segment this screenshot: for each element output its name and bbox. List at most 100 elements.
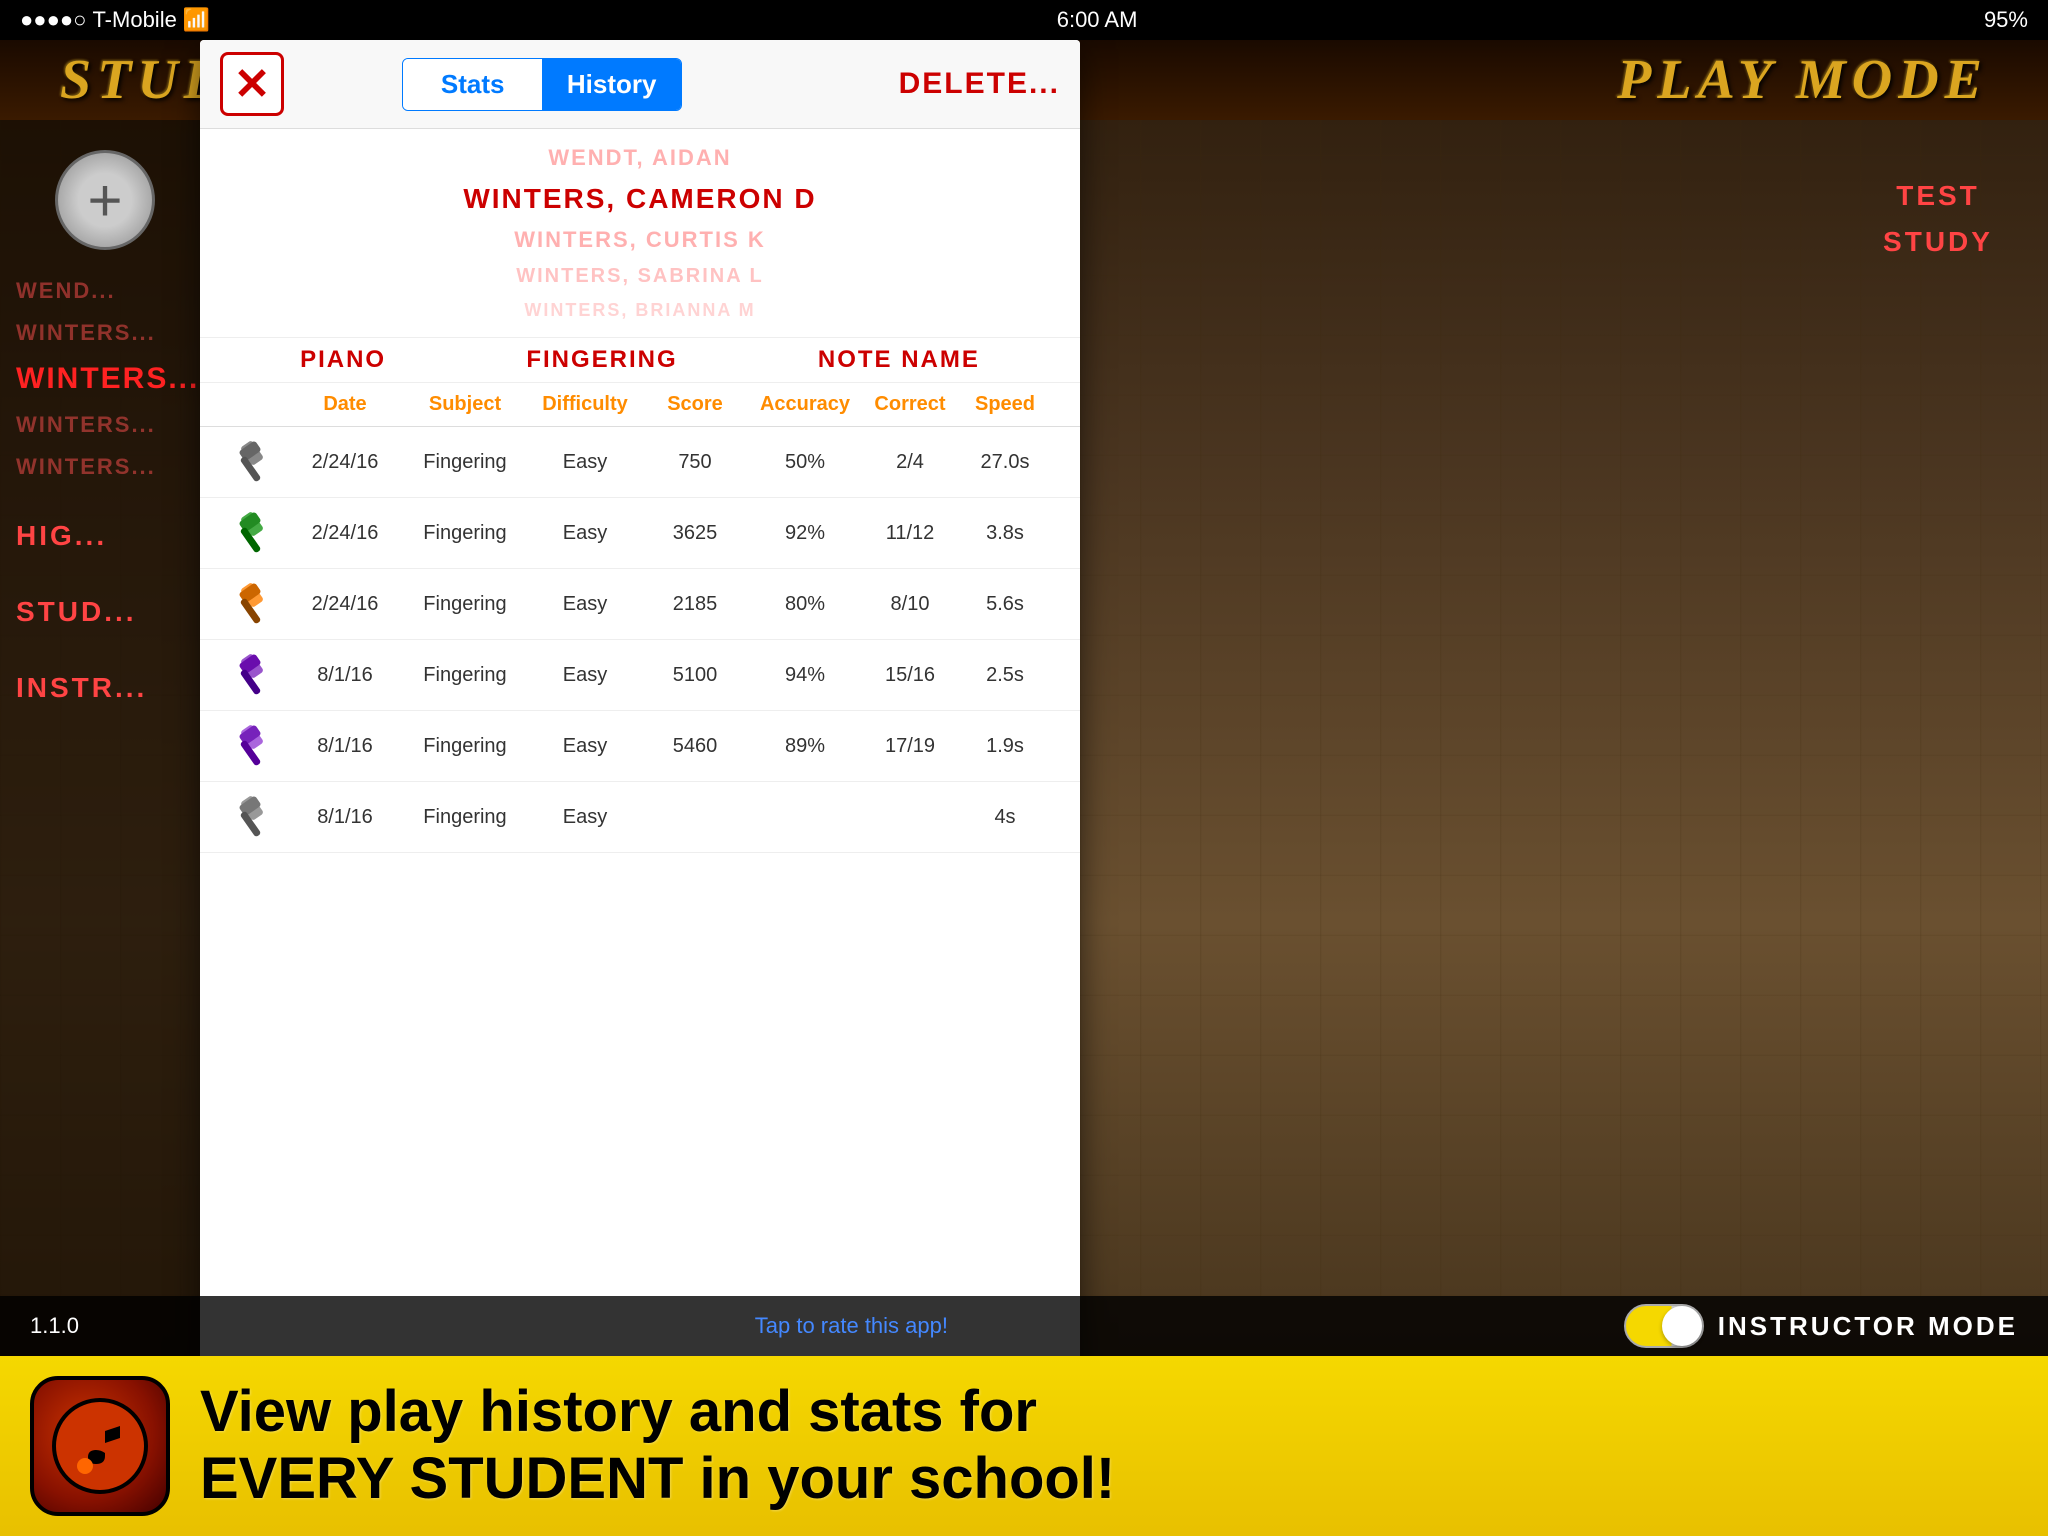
row2-speed: 3.8s — [960, 522, 1050, 545]
right-labels: TEST STUDY — [1828, 120, 2048, 258]
logo-icon — [50, 1396, 150, 1496]
row5-speed: 1.9s — [960, 735, 1050, 758]
instructor-mode-label: INSTRUCTOR MODE — [1718, 1311, 2018, 1342]
hammer-icon-green — [225, 508, 275, 558]
row3-subject: Fingering — [400, 593, 530, 616]
row4-icon — [210, 650, 290, 700]
test-label[interactable]: TEST — [1896, 180, 1980, 212]
add-student-button[interactable]: + — [55, 150, 155, 250]
sidebar-item-winters4[interactable]: WINTERS... — [0, 446, 210, 488]
sidebar-section-high[interactable]: HIG... — [0, 508, 210, 564]
carrier-label: T-Mobile — [92, 7, 176, 33]
row5-icon — [210, 721, 290, 771]
row2-accuracy: 92% — [750, 522, 860, 545]
row1-difficulty: Easy — [530, 451, 640, 474]
instructor-mode-toggle[interactable] — [1624, 1304, 1704, 1348]
status-bar: ●●●●○ T-Mobile 📶 6:00 AM 95% — [0, 0, 2048, 40]
sidebar-item-winters3[interactable]: WINTERS... — [0, 404, 210, 446]
row2-date: 2/24/16 — [290, 522, 400, 545]
status-left: ●●●●○ T-Mobile 📶 — [20, 7, 210, 33]
banner-line1: View play history and stats for — [200, 1379, 1115, 1446]
row1-subject: Fingering — [400, 451, 530, 474]
row4-subject: Fingering — [400, 664, 530, 687]
row2-subject: Fingering — [400, 522, 530, 545]
col-speed: Speed — [960, 393, 1050, 416]
student-brianna[interactable]: WINTERS, BRIANNA M — [200, 294, 1080, 327]
banner-text-block: View play history and stats for EVERY ST… — [200, 1379, 1115, 1512]
table-header: Date Subject Difficulty Score Accuracy C… — [200, 383, 1080, 427]
row4-correct: 15/16 — [860, 664, 960, 687]
hammer-icon-purple2 — [225, 721, 275, 771]
row4-speed: 2.5s — [960, 664, 1050, 687]
col-subject: Subject — [400, 393, 530, 416]
hammer-icon-purple — [225, 650, 275, 700]
col-score: Score — [640, 393, 750, 416]
row4-difficulty: Easy — [530, 664, 640, 687]
row4-accuracy: 94% — [750, 664, 860, 687]
tab-history[interactable]: History — [542, 59, 681, 110]
row2-difficulty: Easy — [530, 522, 640, 545]
subject-piano[interactable]: PIANO — [300, 346, 386, 374]
row4-score: 5100 — [640, 664, 750, 687]
row3-date: 2/24/16 — [290, 593, 400, 616]
modal-student-list: WENDT, AIDAN WINTERS, CAMERON D WINTERS,… — [200, 129, 1080, 338]
col-icon — [210, 393, 290, 416]
table-row: 2/24/16 Fingering Easy 2185 80% 8/10 5.6… — [200, 569, 1080, 640]
stats-table: Date Subject Difficulty Score Accuracy C… — [200, 383, 1080, 853]
signal-dots: ●●●●○ — [20, 7, 86, 33]
row3-speed: 5.6s — [960, 593, 1050, 616]
row6-icon — [210, 792, 290, 842]
subject-row: PIANO FINGERING NOTE NAME — [200, 338, 1080, 383]
col-correct: Correct — [860, 393, 960, 416]
row6-subject: Fingering — [400, 806, 530, 829]
toggle-knob — [1662, 1306, 1702, 1346]
sidebar: + WEND... WINTERS... WINTERS... WINTERS.… — [0, 120, 210, 1476]
col-date: Date — [290, 393, 400, 416]
hammer-icon-grey — [225, 437, 275, 487]
student-sabrina[interactable]: WINTERS, SABRINA L — [200, 259, 1080, 294]
hammer-icon-orange — [225, 579, 275, 629]
row6-speed: 4s — [960, 806, 1050, 829]
row5-subject: Fingering — [400, 735, 530, 758]
tab-group: Stats History — [402, 58, 682, 111]
sidebar-section-instr[interactable]: INSTR... — [0, 660, 210, 716]
modal-header: ✕ Stats History DELETE... — [200, 40, 1080, 129]
close-button[interactable]: ✕ — [220, 52, 284, 116]
sidebar-section-stud[interactable]: STUD... — [0, 584, 210, 640]
row5-correct: 17/19 — [860, 735, 960, 758]
subject-notename[interactable]: NOTE NAME — [818, 346, 980, 374]
subject-fingering[interactable]: FINGERING — [526, 346, 677, 374]
clock: 6:00 AM — [1057, 7, 1138, 33]
row2-score: 3625 — [640, 522, 750, 545]
row6-date: 8/1/16 — [290, 806, 400, 829]
row3-correct: 8/10 — [860, 593, 960, 616]
student-curtis[interactable]: WINTERS, CURTIS K — [200, 221, 1080, 259]
row5-score: 5460 — [640, 735, 750, 758]
hammer-icon-grey2 — [225, 792, 275, 842]
wifi-icon: 📶 — [183, 7, 210, 33]
modal-dialog: ✕ Stats History DELETE... WENDT, AIDAN W… — [200, 40, 1080, 1396]
student-wendt[interactable]: WENDT, AIDAN — [200, 139, 1080, 177]
sidebar-item-wendt[interactable]: WEND... — [0, 270, 210, 312]
col-accuracy: Accuracy — [750, 393, 860, 416]
row1-icon — [210, 437, 290, 487]
table-row: 2/24/16 Fingering Easy 3625 92% 11/12 3.… — [200, 498, 1080, 569]
table-row: 2/24/16 Fingering Easy 750 50% 2/4 27.0s — [200, 427, 1080, 498]
row1-correct: 2/4 — [860, 451, 960, 474]
row5-accuracy: 89% — [750, 735, 860, 758]
row3-icon — [210, 579, 290, 629]
x-icon: ✕ — [234, 59, 271, 110]
row2-icon — [210, 508, 290, 558]
student-cameron[interactable]: WINTERS, CAMERON D — [200, 177, 1080, 221]
playmode-title: PLAY MODE — [1617, 48, 1988, 112]
plus-icon: + — [87, 166, 122, 235]
sidebar-item-winters2[interactable]: WINTERS... — [0, 354, 210, 404]
row1-score: 750 — [640, 451, 750, 474]
study-label[interactable]: STUDY — [1883, 226, 1993, 258]
version-label: 1.1.0 — [30, 1313, 79, 1339]
table-row: 8/1/16 Fingering Easy 5100 94% 15/16 2.5… — [200, 640, 1080, 711]
delete-button[interactable]: DELETE... — [899, 67, 1060, 101]
tab-stats[interactable]: Stats — [403, 59, 542, 110]
sidebar-item-winters1[interactable]: WINTERS... — [0, 312, 210, 354]
rate-app-link[interactable]: Tap to rate this app! — [755, 1313, 948, 1339]
